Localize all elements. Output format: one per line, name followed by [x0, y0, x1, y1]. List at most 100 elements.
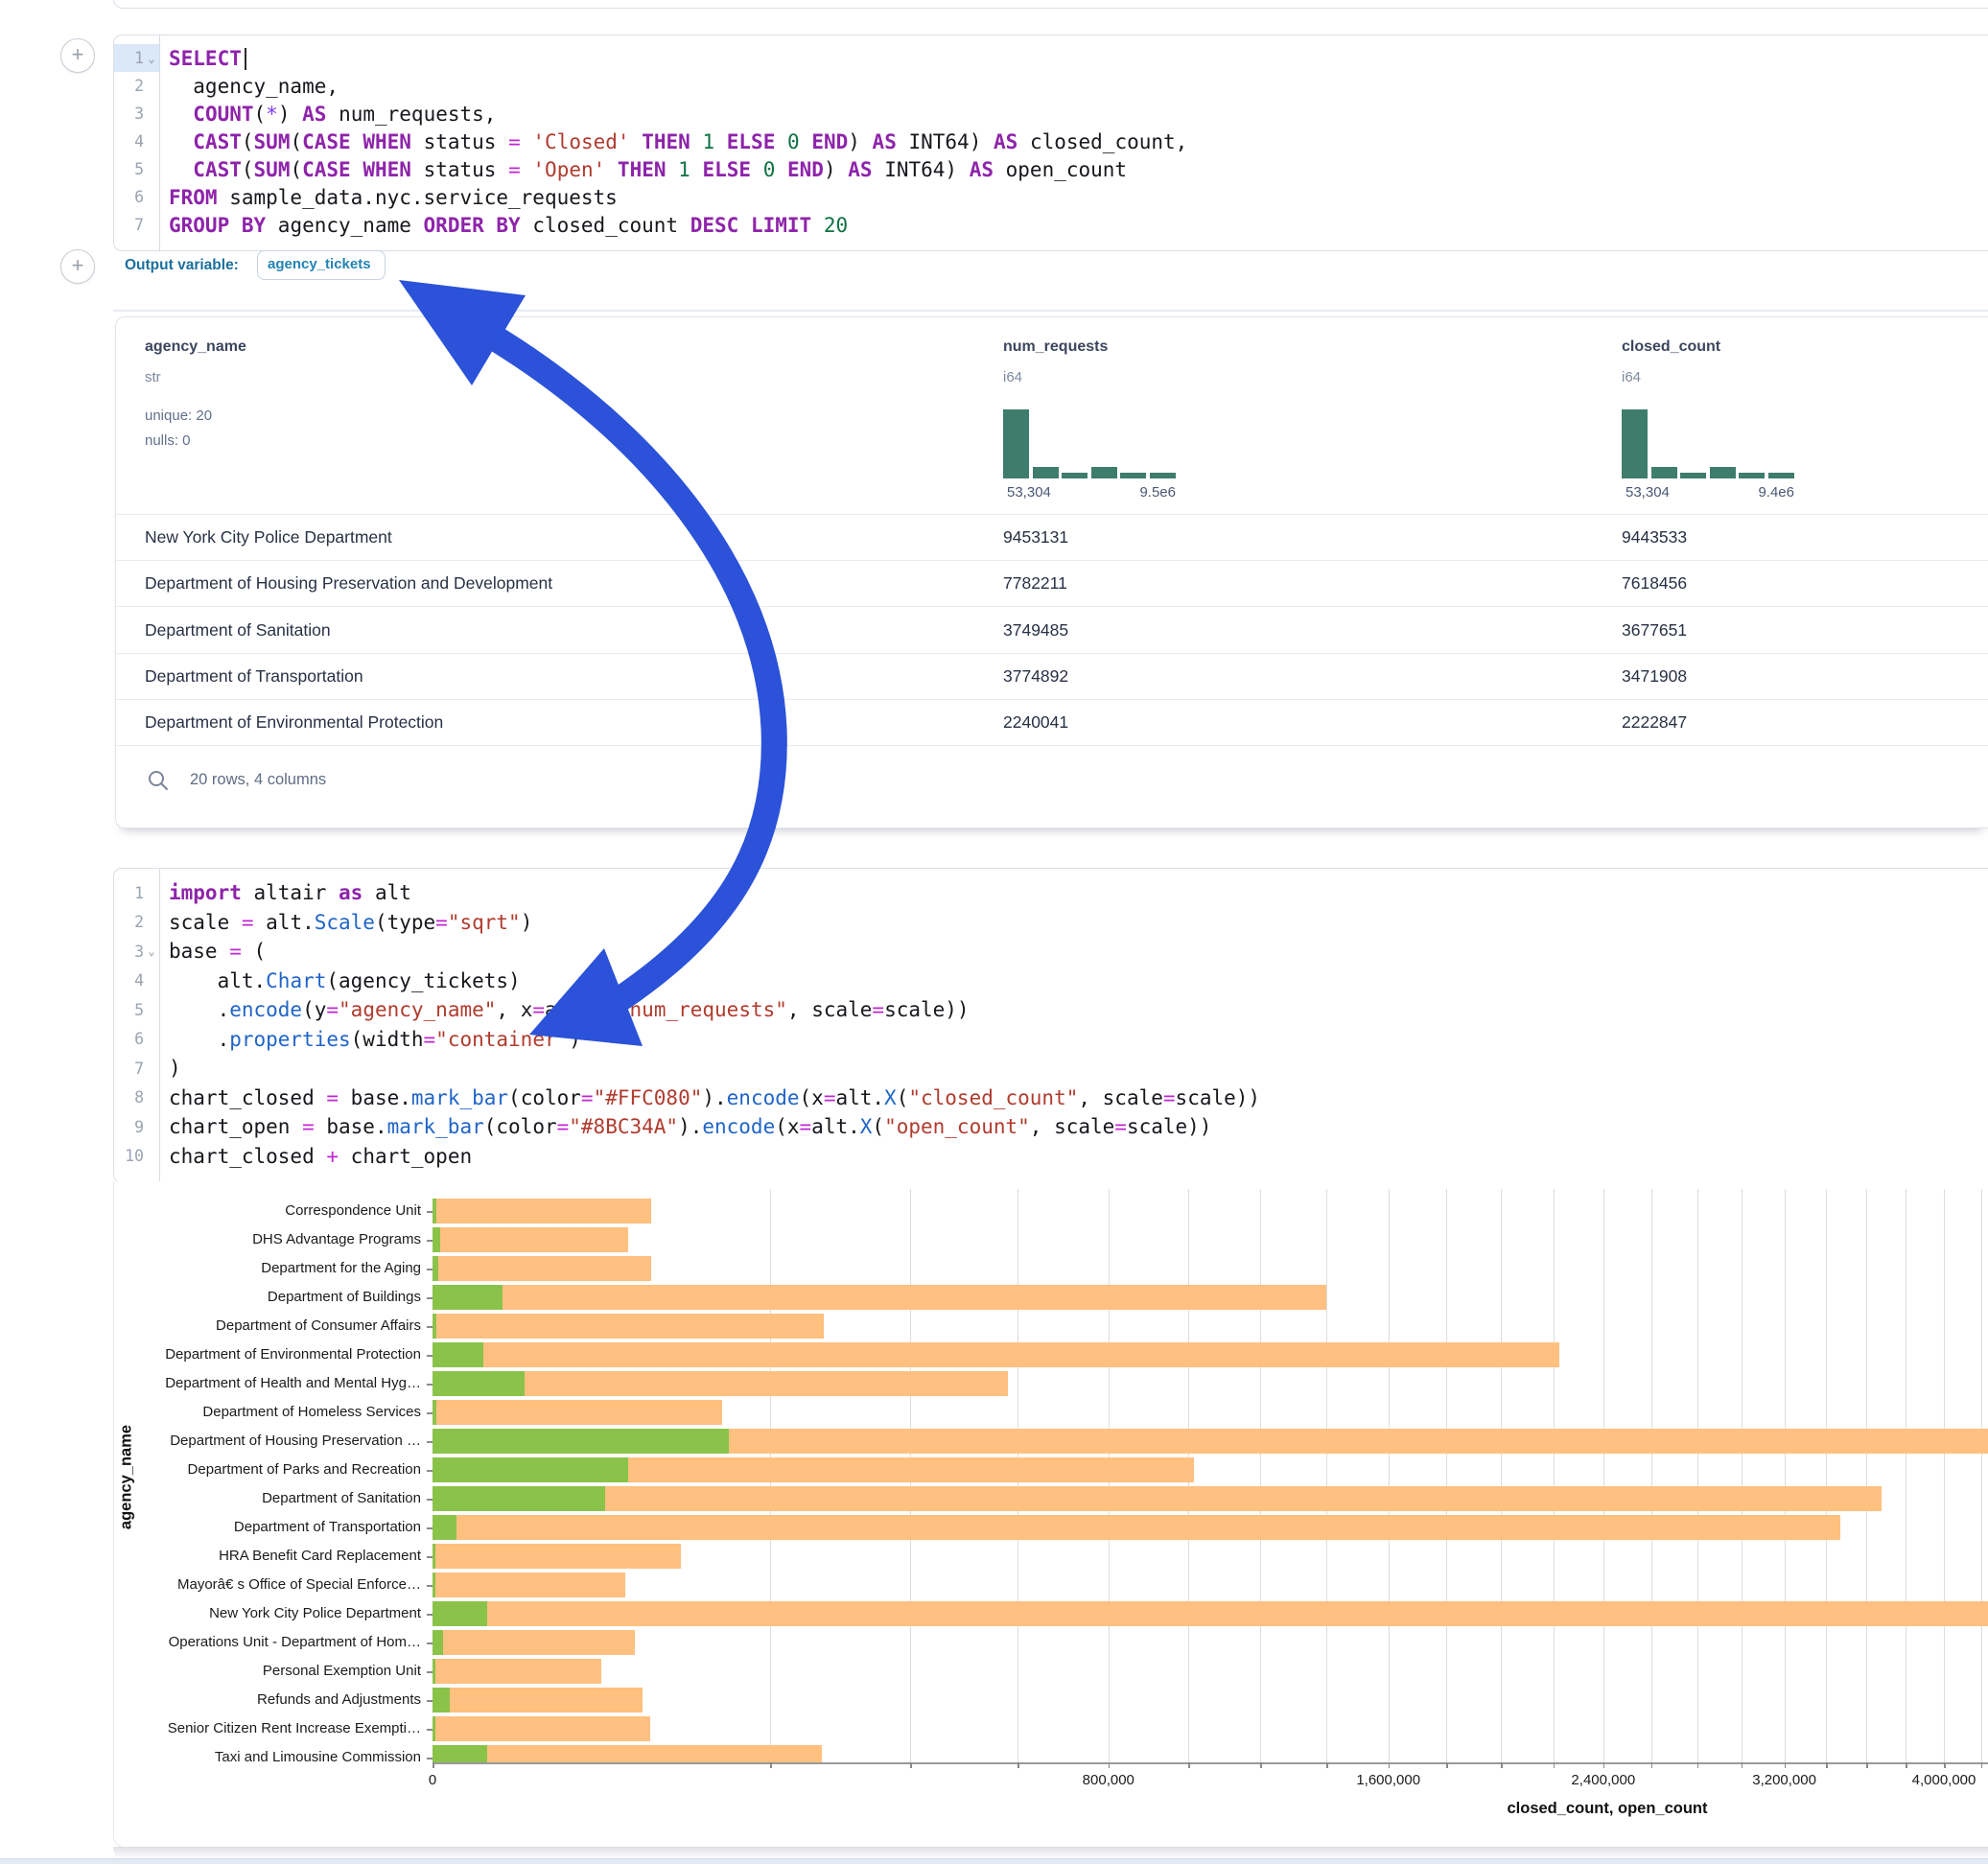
bar-open — [433, 1227, 440, 1252]
code-text: chart_closed = base.mark_bar(color="#FFC… — [159, 1086, 1260, 1109]
line-number: 5 — [114, 155, 159, 183]
code-text: .properties(width="container") — [159, 1028, 581, 1051]
histogram-bar — [1710, 467, 1736, 478]
chart-gridline — [1785, 1189, 1786, 1762]
add-cell-button-top[interactable]: + — [60, 38, 95, 73]
x-axis-tick-label: 0 — [429, 1772, 436, 1788]
line-number-text: 4 — [117, 132, 144, 151]
y-axis-label: Taxi and Limousine Commission — [114, 1749, 421, 1765]
altair-chart-output: Correspondence UnitDHS Advantage Program… — [113, 1181, 1988, 1848]
histogram-bar — [1120, 473, 1146, 478]
code-line[interactable]: 3⌄base = ( — [114, 937, 1988, 967]
y-axis-label: Department for the Aging — [114, 1260, 421, 1276]
code-line[interactable]: 7GROUP BY agency_name ORDER BY closed_co… — [114, 211, 1988, 239]
line-number-text: 2 — [117, 913, 144, 931]
line-number: 8 — [114, 1083, 159, 1113]
bar-open — [433, 1601, 487, 1626]
bar-open — [433, 1256, 438, 1281]
code-line[interactable]: 3 COUNT(*) AS num_requests, — [114, 100, 1988, 128]
code-line[interactable]: 4 alt.Chart(agency_tickets) — [114, 967, 1988, 996]
y-axis-label: Department of Transportation — [114, 1519, 421, 1535]
code-line[interactable]: 2 scale = alt.Scale(type="sqrt") — [114, 908, 1988, 938]
histogram-bar — [1739, 473, 1765, 478]
x-axis-tick — [1326, 1762, 1328, 1768]
code-line[interactable]: 9chart_open = base.mark_bar(color="#8BC3… — [114, 1112, 1988, 1142]
table-cell: Department of Environmental Protection — [145, 712, 443, 733]
bar-open — [433, 1342, 483, 1367]
column-stat: unique: 20 — [145, 408, 212, 424]
y-axis-label: Department of Housing Preservation … — [114, 1433, 421, 1449]
line-number-text: 3 — [117, 105, 144, 123]
fold-chevron-icon[interactable]: ⌄ — [144, 52, 159, 65]
line-number: 3⌄ — [114, 937, 159, 967]
bar-closed — [433, 1515, 1840, 1540]
line-number: 1⌄ — [114, 44, 159, 72]
line-number: 2 — [114, 908, 159, 938]
x-axis-tick — [1866, 1762, 1868, 1768]
chart-gridline — [1326, 1189, 1327, 1762]
column-header-name: closed_count — [1622, 338, 1720, 356]
y-axis-label: Department of Homeless Services — [114, 1404, 421, 1420]
bar-closed — [433, 1688, 643, 1713]
y-axis-label: Department of Parks and Recreation — [114, 1461, 421, 1478]
histogram-bar — [1062, 473, 1088, 478]
code-text: SELECT — [159, 47, 246, 70]
table-cell: 3749485 — [1003, 620, 1068, 641]
x-axis-tick-label: 4,000,000 — [1912, 1772, 1976, 1788]
chart-gridline — [1981, 1189, 1982, 1762]
bar-open — [433, 1429, 729, 1454]
table-cell: 3471908 — [1622, 666, 1687, 687]
code-line[interactable]: 6FROM sample_data.nyc.service_requests — [114, 183, 1988, 211]
chart-gridline — [1944, 1189, 1945, 1762]
bar-closed — [433, 1544, 681, 1569]
code-text: GROUP BY agency_name ORDER BY closed_cou… — [159, 214, 848, 237]
code-text: chart_open = base.mark_bar(color="#8BC34… — [159, 1115, 1211, 1138]
dataframe-preview-table[interactable]: agency_namestrunique: 20nulls: 0num_requ… — [115, 316, 1988, 828]
code-line[interactable]: 8chart_closed = base.mark_bar(color="#FF… — [114, 1083, 1988, 1113]
bar-closed — [433, 1400, 722, 1425]
line-number-text: 4 — [117, 971, 144, 990]
code-line[interactable]: 2 agency_name, — [114, 72, 1988, 100]
histogram-bar — [1680, 473, 1706, 478]
bar-open — [433, 1199, 436, 1223]
y-axis-label: Department of Sanitation — [114, 1490, 421, 1506]
line-number-text: 1 — [117, 49, 144, 67]
code-line[interactable]: 10chart_closed + chart_open — [114, 1142, 1988, 1172]
line-number-text: 2 — [117, 77, 144, 95]
histogram-max-label: 9.4e6 — [1622, 484, 1794, 501]
table-cell: Department of Transportation — [145, 666, 363, 687]
bar-open — [433, 1745, 487, 1762]
line-number: 7 — [114, 211, 159, 239]
code-line[interactable]: 6 .properties(width="container") — [114, 1025, 1988, 1055]
code-line[interactable]: 1⌄SELECT — [114, 44, 1988, 72]
line-number-text: 1 — [117, 884, 144, 902]
bar-closed — [433, 1573, 625, 1597]
code-line[interactable]: 5 CAST(SUM(CASE WHEN status = 'Open' THE… — [114, 155, 1988, 183]
output-variable-value: agency_tickets — [268, 256, 371, 272]
line-number: 1 — [114, 878, 159, 908]
python-cell-editor[interactable]: 1import altair as alt 2 scale = alt.Scale(… — [113, 868, 1988, 1183]
y-axis-label: Refunds and Adjustments — [114, 1691, 421, 1708]
code-line[interactable]: 4 CAST(SUM(CASE WHEN status = 'Closed' T… — [114, 128, 1988, 155]
code-line[interactable]: 1import altair as alt — [114, 878, 1988, 908]
fold-chevron-icon[interactable]: ⌄ — [144, 944, 159, 958]
search-icon[interactable] — [147, 769, 170, 792]
histogram-bar — [1622, 409, 1648, 478]
x-axis-tick — [1446, 1762, 1448, 1768]
x-axis-tick — [770, 1762, 772, 1768]
y-axis-label: New York City Police Department — [114, 1605, 421, 1621]
sql-cell-editor[interactable]: 1⌄SELECT2 agency_name,3 COUNT(*) AS num_… — [113, 35, 1988, 251]
output-variable-pill[interactable]: agency_tickets — [257, 250, 386, 280]
code-text: scale = alt.Scale(type="sqrt") — [159, 911, 532, 934]
row-separator — [116, 699, 1988, 700]
table-row-count-summary: 20 rows, 4 columns — [190, 771, 326, 789]
row-separator — [116, 514, 1988, 515]
add-cell-button-middle[interactable]: + — [60, 249, 95, 284]
y-axis-title: agency_name — [118, 1334, 136, 1621]
code-line[interactable]: 7) — [114, 1054, 1988, 1083]
code-text: base = ( — [159, 940, 266, 963]
column-header-type: str — [145, 369, 161, 385]
chart-gridline — [1446, 1189, 1447, 1762]
table-cell: 7782211 — [1003, 573, 1067, 594]
code-line[interactable]: 5 .encode(y="agency_name", x=alt.X("num_… — [114, 995, 1988, 1025]
